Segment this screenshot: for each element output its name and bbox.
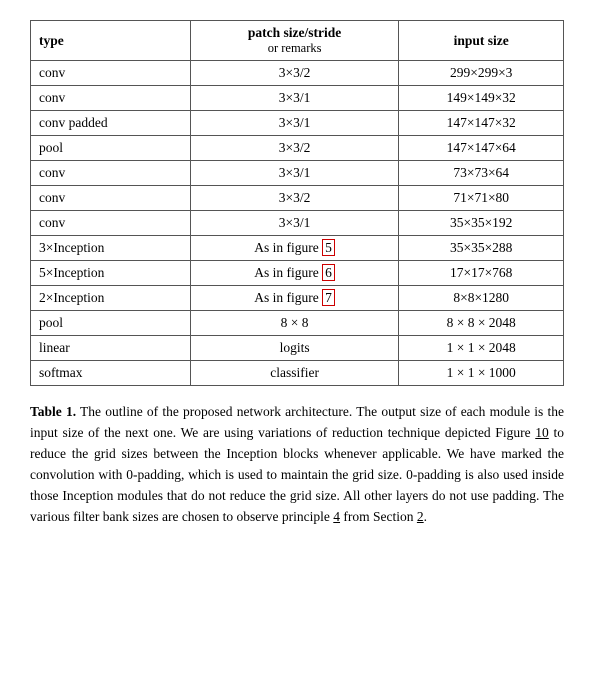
caption-text4: . bbox=[424, 509, 427, 524]
cell-type: conv padded bbox=[31, 111, 191, 136]
cell-type: conv bbox=[31, 86, 191, 111]
cell-input: 299×299×3 bbox=[399, 61, 564, 86]
table-row: conv padded3×3/1147×147×32 bbox=[31, 111, 564, 136]
cell-type: conv bbox=[31, 186, 191, 211]
table-row: pool8 × 88 × 8 × 2048 bbox=[31, 311, 564, 336]
cell-input: 1 × 1 × 2048 bbox=[399, 336, 564, 361]
cell-patch: 3×3/1 bbox=[190, 86, 399, 111]
cell-input: 73×73×64 bbox=[399, 161, 564, 186]
cell-patch: 3×3/1 bbox=[190, 161, 399, 186]
cell-type: 2×Inception bbox=[31, 286, 191, 311]
cell-patch: 8 × 8 bbox=[190, 311, 399, 336]
cell-type: conv bbox=[31, 211, 191, 236]
table-row: conv3×3/2299×299×3 bbox=[31, 61, 564, 86]
table-row: softmaxclassifier1 × 1 × 1000 bbox=[31, 361, 564, 386]
cell-patch: 3×3/2 bbox=[190, 136, 399, 161]
cell-input: 149×149×32 bbox=[399, 86, 564, 111]
table-row: pool3×3/2147×147×64 bbox=[31, 136, 564, 161]
cell-patch: 3×3/2 bbox=[190, 186, 399, 211]
cell-type: pool bbox=[31, 311, 191, 336]
cell-input: 17×17×768 bbox=[399, 261, 564, 286]
cell-input: 147×147×64 bbox=[399, 136, 564, 161]
table-row: 2×InceptionAs in figure 78×8×1280 bbox=[31, 286, 564, 311]
cell-type: conv bbox=[31, 161, 191, 186]
table-row: linearlogits1 × 1 × 2048 bbox=[31, 336, 564, 361]
col-header-input: input size bbox=[399, 21, 564, 61]
cell-type: 5×Inception bbox=[31, 261, 191, 286]
col-header-type: type bbox=[31, 21, 191, 61]
cell-type: conv bbox=[31, 61, 191, 86]
cell-input: 71×71×80 bbox=[399, 186, 564, 211]
table-row: conv3×3/271×71×80 bbox=[31, 186, 564, 211]
cell-input: 8 × 8 × 2048 bbox=[399, 311, 564, 336]
table-row: 3×InceptionAs in figure 535×35×288 bbox=[31, 236, 564, 261]
cell-type: 3×Inception bbox=[31, 236, 191, 261]
cell-patch: As in figure 6 bbox=[190, 261, 399, 286]
col-header-patch: patch size/stride or remarks bbox=[190, 21, 399, 61]
caption-link3[interactable]: 2 bbox=[417, 509, 424, 524]
cell-type: softmax bbox=[31, 361, 191, 386]
cell-input: 35×35×192 bbox=[399, 211, 564, 236]
cell-patch: 3×3/1 bbox=[190, 211, 399, 236]
cell-input: 35×35×288 bbox=[399, 236, 564, 261]
cell-input: 147×147×32 bbox=[399, 111, 564, 136]
cell-patch: 3×3/1 bbox=[190, 111, 399, 136]
cell-patch: classifier bbox=[190, 361, 399, 386]
caption-text1: The outline of the proposed network arch… bbox=[30, 404, 564, 440]
caption-text3: from Section bbox=[340, 509, 417, 524]
table-row: conv3×3/173×73×64 bbox=[31, 161, 564, 186]
table-row: 5×InceptionAs in figure 617×17×768 bbox=[31, 261, 564, 286]
table-row: conv3×3/1149×149×32 bbox=[31, 86, 564, 111]
architecture-table: type patch size/stride or remarks input … bbox=[30, 20, 564, 386]
caption-label: Table 1. bbox=[30, 404, 76, 419]
cell-type: pool bbox=[31, 136, 191, 161]
cell-type: linear bbox=[31, 336, 191, 361]
cell-patch: As in figure 5 bbox=[190, 236, 399, 261]
cell-patch: As in figure 7 bbox=[190, 286, 399, 311]
cell-patch: 3×3/2 bbox=[190, 61, 399, 86]
cell-input: 8×8×1280 bbox=[399, 286, 564, 311]
architecture-table-container: type patch size/stride or remarks input … bbox=[30, 20, 564, 386]
cell-patch: logits bbox=[190, 336, 399, 361]
table-caption: Table 1. The outline of the proposed net… bbox=[30, 402, 564, 528]
caption-link1[interactable]: 10 bbox=[535, 425, 549, 440]
table-row: conv3×3/135×35×192 bbox=[31, 211, 564, 236]
cell-input: 1 × 1 × 1000 bbox=[399, 361, 564, 386]
